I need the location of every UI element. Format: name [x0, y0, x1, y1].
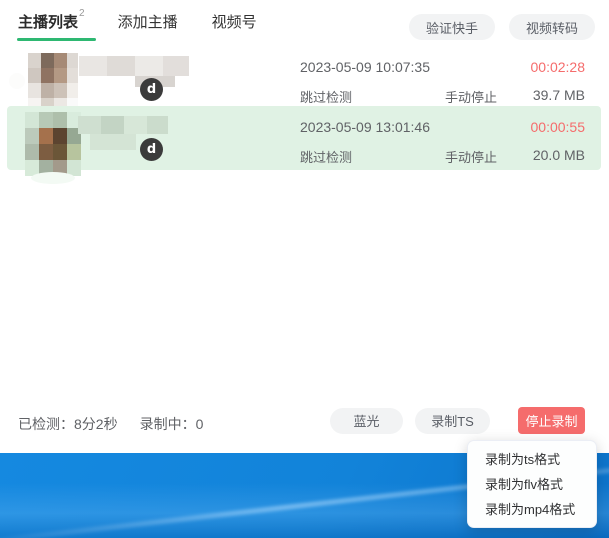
video-transcode-button[interactable]: 视频转码: [509, 14, 595, 40]
tab-anchor-list-label: 主播列表: [18, 14, 78, 31]
record-ts-button[interactable]: 录制TS: [415, 408, 490, 434]
manual-stop-label: 手动停止: [445, 87, 497, 106]
tab-add-anchor[interactable]: 添加主播: [118, 11, 178, 34]
file-size: 20.0 MB: [533, 147, 585, 163]
name-blur: [79, 56, 189, 88]
tab-bar: 主播列表2 添加主播 视频号: [18, 8, 257, 36]
record-start-time: 2023-05-09 13:01:46: [300, 119, 430, 135]
file-size: 39.7 MB: [533, 87, 585, 103]
skip-detect-label: 跳过检测: [300, 87, 352, 106]
avatar-blur: [28, 53, 78, 111]
menu-item-record-flv[interactable]: 录制为flv格式: [468, 472, 596, 497]
record-format-menu: 录制为ts格式 录制为flv格式 录制为mp4格式: [467, 440, 597, 528]
blu-ray-button[interactable]: 蓝光: [330, 408, 403, 434]
manual-stop-label: 手动停止: [445, 147, 497, 166]
tab-video-account[interactable]: 视频号: [212, 11, 257, 34]
record-start-time: 2023-05-09 10:07:35: [300, 59, 430, 75]
tab-add-anchor-label: 添加主播: [118, 14, 178, 31]
menu-item-record-mp4[interactable]: 录制为mp4格式: [468, 497, 596, 522]
status-bar: 已检测：8分2秒 录制中：0: [18, 414, 203, 434]
header-buttons: 验证快手 视频转码: [409, 14, 595, 40]
stream-row[interactable]: d 2023-05-09 10:07:35 00:02:28 跳过检测 手动停止…: [0, 50, 609, 106]
record-duration: 00:00:55: [531, 119, 586, 135]
detected-time-status: 已检测：8分2秒: [18, 414, 118, 434]
app-window: 主播列表2 添加主播 视频号 验证快手 视频转码: [0, 0, 609, 453]
tab-video-account-label: 视频号: [212, 14, 257, 31]
record-duration: 00:02:28: [531, 59, 586, 75]
douyin-badge-icon: d: [140, 78, 163, 101]
menu-item-record-ts[interactable]: 录制为ts格式: [468, 447, 596, 472]
tab-anchor-list-count-badge: 2: [79, 8, 85, 19]
skip-detect-label: 跳过检测: [300, 147, 352, 166]
verify-kuaishou-button[interactable]: 验证快手: [409, 14, 495, 40]
avatar-blur: [25, 112, 81, 180]
tab-anchor-list[interactable]: 主播列表2: [18, 11, 84, 34]
screen: 主播列表2 添加主播 视频号 验证快手 视频转码: [0, 0, 609, 538]
recording-count-status: 录制中：0: [140, 414, 204, 434]
stop-record-button[interactable]: 停止录制: [518, 407, 585, 434]
action-buttons: 蓝光 录制TS 停止录制: [330, 407, 585, 434]
stream-row-selected[interactable]: d 2023-05-09 13:01:46 00:00:55 跳过检测 手动停止…: [0, 106, 609, 170]
douyin-badge-icon: d: [140, 138, 163, 161]
